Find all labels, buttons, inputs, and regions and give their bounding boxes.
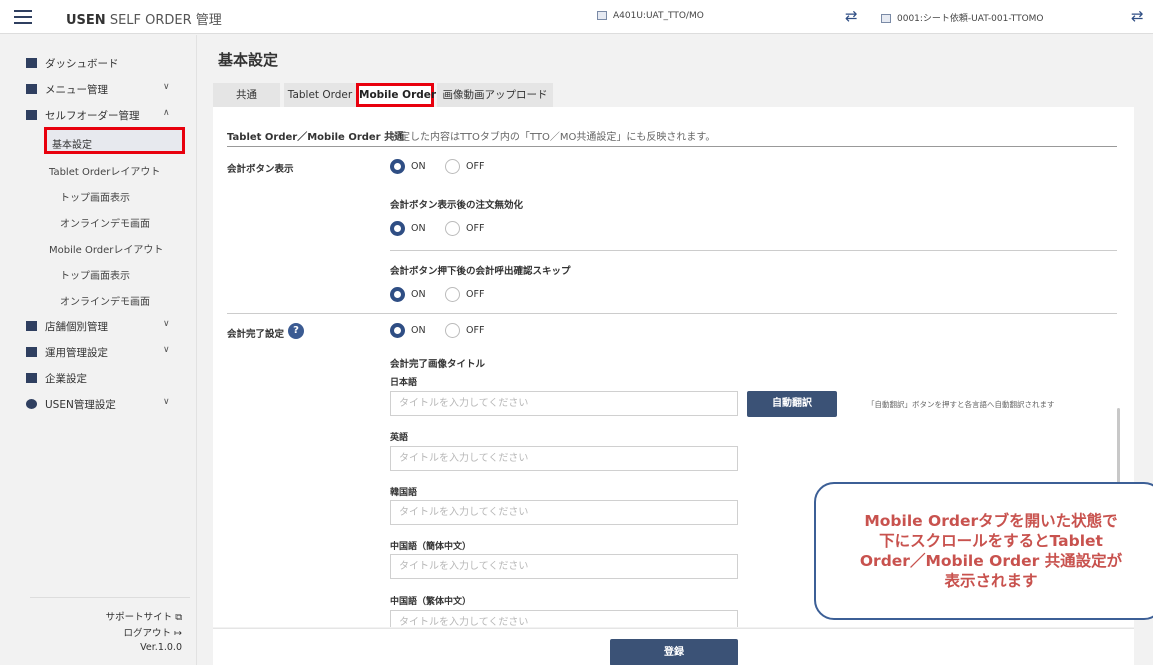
radio-off[interactable] [445,221,460,236]
section-note: 設定した内容はTTOタブ内の「TTO／MO共通設定」にも反映されます。 [390,132,716,143]
app-brand: USEN SELF ORDER 管理 [66,13,222,28]
title-input-ja[interactable]: タイトルを入力してください [390,391,738,416]
auto-translate-note: 「自動翻訳」ボタンを押すと各言語へ自動翻訳されます [867,400,1055,409]
callout-text: Mobile Orderタブを開いた状態で 下にスクロールをするとTablet … [859,512,1123,590]
store-name: A401U:UAT_TTO/MO [613,11,704,21]
tab-media-upload[interactable]: 画像動画アップロード [437,83,553,107]
completion-setting-label: 会計完了設定 [227,329,285,340]
auto-translate-button[interactable]: 自動翻訳 [747,391,837,417]
lang-zh-hant-label: 中国語（繁体中文） [390,597,472,607]
terminal-name: 0001:シート依頼-UAT-001-TTOMO [897,14,1044,24]
lang-en-label: 英語 [390,433,409,443]
title-input-zh-hans[interactable]: タイトルを入力してください [390,554,738,579]
chevron-down-icon: ∨ [163,397,170,407]
hamburger-menu-icon[interactable] [14,10,32,24]
chevron-down-icon: ∨ [163,345,170,355]
sidebar-item-operations[interactable]: 運用管理設定 ∨ [26,345,170,360]
radio-on[interactable] [390,159,405,174]
store-icon [597,11,607,20]
version-label: Ver.1.0.0 [140,642,182,653]
dashboard-icon [26,58,37,68]
checkout-button-display-radios: ON OFF [390,159,500,175]
radio-on[interactable] [390,221,405,236]
monitor-icon [26,347,37,357]
title-input-ko[interactable]: タイトルを入力してください [390,500,738,525]
building-icon [26,373,37,383]
sidebar-divider [30,597,190,598]
disable-after-display-label: 会計ボタン表示後の注文無効化 [390,200,524,211]
title-input-zh-hant[interactable]: タイトルを入力してください [390,610,738,627]
tab-common[interactable]: 共通 [213,83,280,107]
sidebar-sub-basic-settings[interactable]: 基本設定 [44,127,185,154]
top-bar: USEN SELF ORDER 管理 A401U:UAT_TTO/MO ⇄ 00… [0,0,1153,34]
terminal-selector[interactable]: 0001:シート依頼-UAT-001-TTOMO [881,11,1044,24]
logout-icon: ↦ [174,628,182,639]
completion-setting-radios: ON OFF [390,323,500,339]
sidebar-sub-tablet-layout[interactable]: Tablet Orderレイアウト [49,163,160,178]
sidebar-item-self-order[interactable]: セルフオーダー管理 ∧ [26,108,170,123]
row-divider [227,313,1117,314]
sidebar-item-dashboard[interactable]: ダッシュボード [26,56,119,71]
radio-on[interactable] [390,323,405,338]
sidebar-sub-top-display-mo[interactable]: トップ画面表示 [60,267,130,282]
store-icon [26,321,37,331]
external-link-icon: ⧉ [175,612,182,623]
checkout-button-display-label: 会計ボタン表示 [227,164,294,175]
lang-zh-hans-label: 中国語（簡体中文） [390,542,472,552]
radio-on[interactable] [390,287,405,302]
sidebar-item-menu[interactable]: メニュー管理 ∨ [26,82,170,97]
sidebar-sub-online-demo-mo[interactable]: オンラインデモ画面 [60,293,150,308]
chevron-down-icon: ∨ [163,82,170,92]
page-title: 基本設定 [218,51,279,69]
section-divider [227,146,1117,147]
disable-after-display-radios: ON OFF [390,221,500,237]
radio-off[interactable] [445,287,460,302]
completion-title-label: 会計完了画像タイトル [390,359,486,370]
book-icon [26,84,37,94]
skip-confirm-label: 会計ボタン押下後の会計呼出確認スキップ [390,266,571,277]
switch-terminal-icon[interactable]: ⇄ [1131,7,1144,25]
scrollbar-thumb[interactable] [1117,408,1120,488]
radio-off[interactable] [445,323,460,338]
row-divider [390,250,1117,251]
tab-tablet-order[interactable]: Tablet Order [284,83,356,107]
register-button[interactable]: 登録 [610,639,738,665]
admin-gear-icon [26,399,37,409]
sidebar-sub-online-demo[interactable]: オンラインデモ画面 [60,215,150,230]
support-site-link[interactable]: サポートサイト ⧉ [106,609,182,623]
section-heading: Tablet Order／Mobile Order 共通 [227,132,405,143]
terminal-icon [881,14,891,23]
tab-mobile-order[interactable]: Mobile Order [356,83,436,107]
title-input-en[interactable]: タイトルを入力してください [390,446,738,471]
sidebar-item-usen-admin[interactable]: USEN管理設定 ∨ [26,397,170,412]
sidebar-sub-mobile-layout[interactable]: Mobile Orderレイアウト [49,241,163,256]
radio-off[interactable] [445,159,460,174]
logout-link[interactable]: ログアウト ↦ [123,625,182,639]
sidebar-item-company[interactable]: 企業設定 [26,371,87,386]
store-selector[interactable]: A401U:UAT_TTO/MO [597,11,704,21]
chevron-down-icon: ∨ [163,319,170,329]
switch-store-icon[interactable]: ⇄ [845,7,858,25]
tablet-icon [26,110,37,120]
sidebar-item-store[interactable]: 店舗個別管理 ∨ [26,319,170,334]
lang-ja-label: 日本語 [390,378,418,388]
annotation-callout: Mobile Orderタブを開いた状態で 下にスクロールをするとTablet … [814,482,1153,620]
sidebar-sub-top-display[interactable]: トップ画面表示 [60,189,130,204]
skip-confirm-radios: ON OFF [390,287,500,303]
lang-ko-label: 韓国語 [390,488,418,498]
bottom-action-bar: 登録 [213,628,1134,665]
sidebar: ダッシュボード メニュー管理 ∨ セルフオーダー管理 ∧ 基本設定 Tablet O… [0,35,197,665]
help-icon[interactable]: ? [288,323,304,339]
chevron-up-icon: ∧ [163,108,170,118]
